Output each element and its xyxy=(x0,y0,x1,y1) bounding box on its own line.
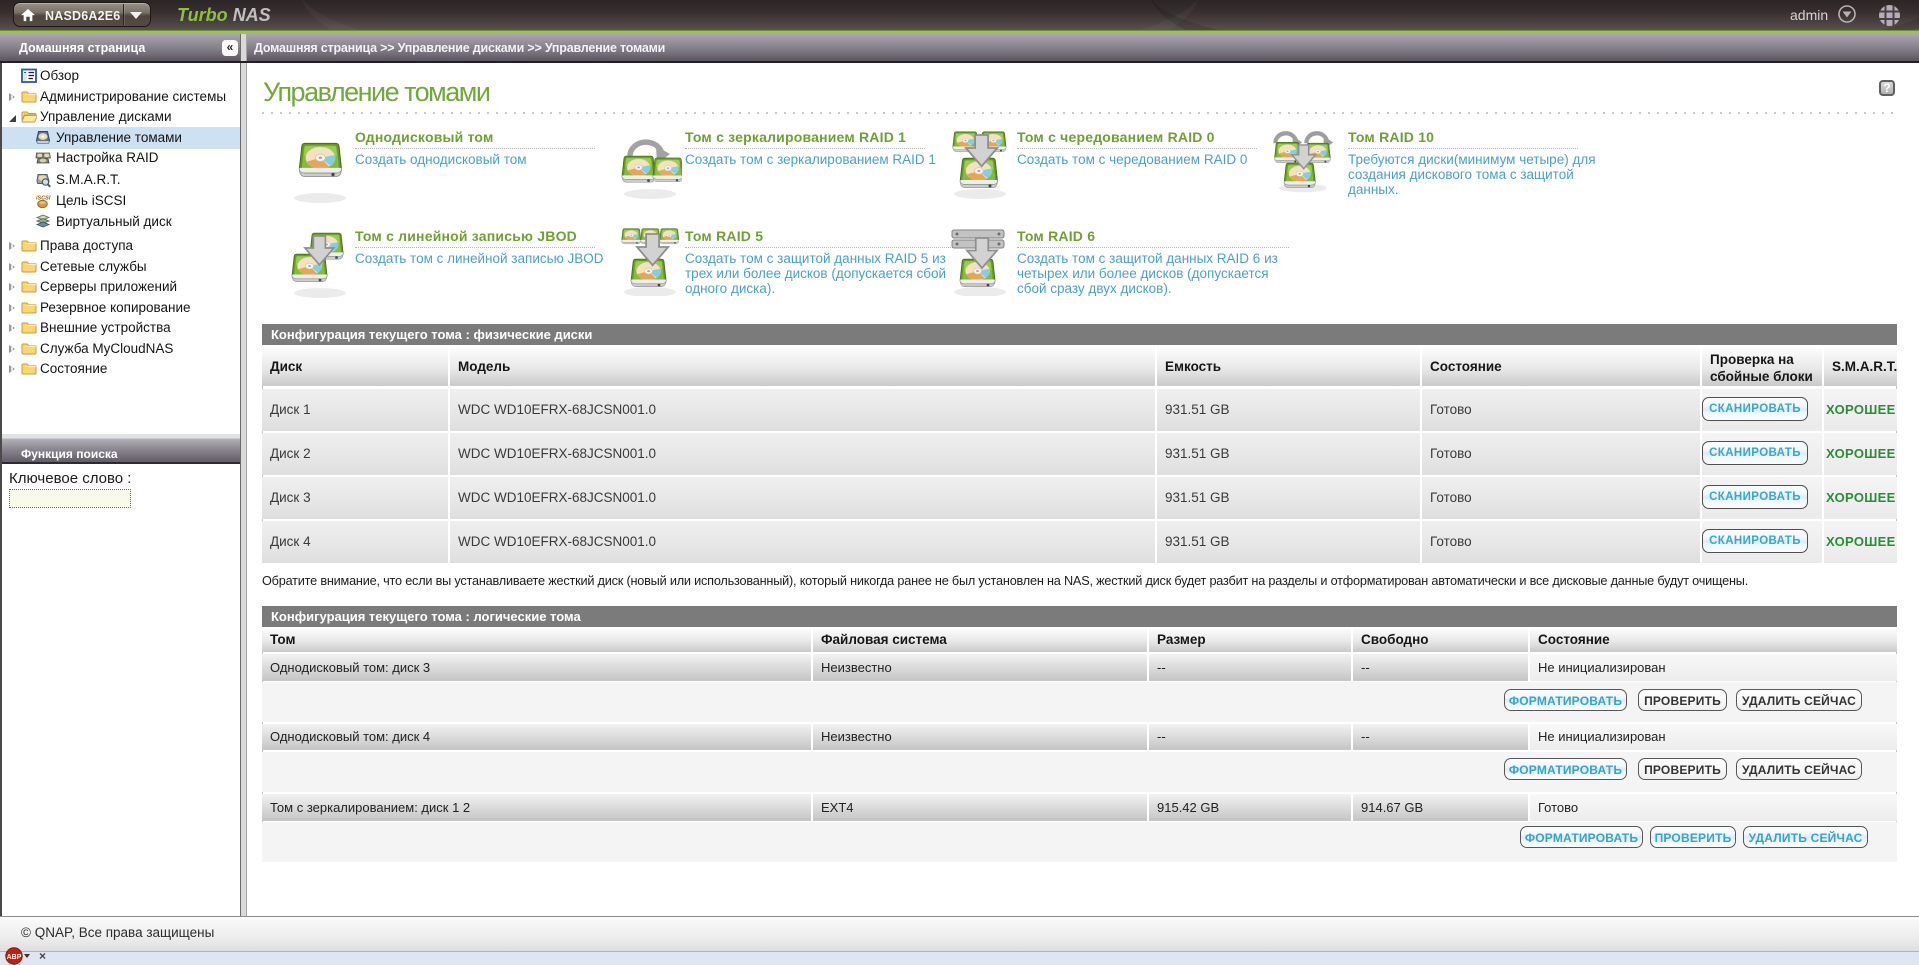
svg-text:ABP: ABP xyxy=(7,954,22,961)
